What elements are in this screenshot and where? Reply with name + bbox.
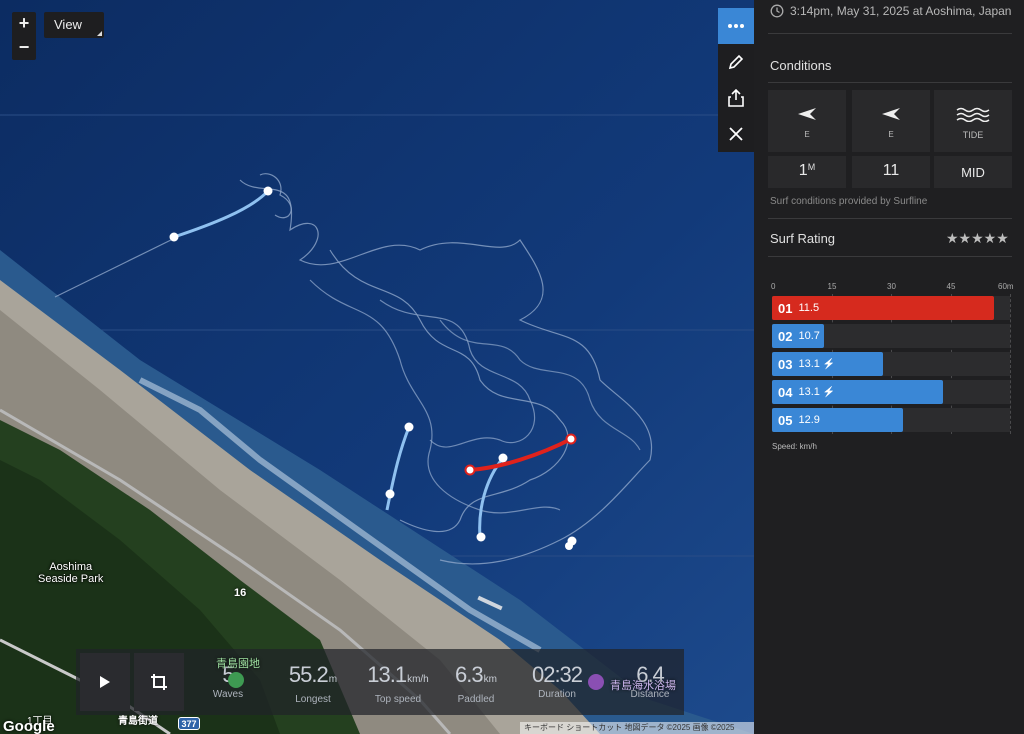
swell-direction-card: E [768,90,846,152]
wave-number: 02 [778,328,793,344]
wave-row[interactable]: 03 13.1 ⚡ [772,352,1010,376]
wave-speed: 10.7 [798,330,820,342]
road-shield-377: 377 [178,717,200,730]
wave-number: 04 [778,384,793,400]
poi-beach-label: 青島海水浴場 [610,680,676,692]
divider [768,218,1012,219]
wave-row[interactable]: 05 12.9 [772,408,1010,432]
close-button[interactable] [718,116,754,152]
share-button[interactable] [718,80,754,116]
crop-icon [151,674,167,690]
park-label: Aoshima Seaside Park [38,561,104,585]
wave-speed: 13.1 [798,358,820,370]
google-logo: Google [3,718,55,734]
poi-garden-label: 青島園地 [216,658,260,670]
zoom-out-button[interactable]: − [12,36,36,60]
wave-number: 05 [778,412,793,428]
chart-tick-label: 0 [771,282,776,291]
wave-speed: 12.9 [798,414,820,426]
swell-height-card: 1M [768,156,846,188]
wind-arrow-icon [882,108,900,120]
lightning-icon: ⚡ [822,386,836,398]
surf-rating-title: Surf Rating [770,231,836,246]
session-datetime: 3:14pm, May 31, 2025 at Aoshima, Japan [770,4,1011,18]
stat-paddled: 6.3km Paddled [455,662,497,705]
crop-button[interactable] [134,653,184,711]
session-sidebar: 3:14pm, May 31, 2025 at Aoshima, Japan C… [754,0,1024,734]
wind-direction-card: E [852,90,930,152]
chart-tick-label: 30 [887,282,896,291]
park-marker-icon [228,672,244,688]
chart-tick-label: 45 [946,282,956,291]
surfline-credit: Surf conditions provided by Surfline [770,196,928,207]
speed-unit-note: Speed: km/h [772,442,817,451]
conditions-title: Conditions [770,58,832,73]
wave-bar[interactable]: 01 11.5 [772,296,995,320]
view-select[interactable]: View [44,12,104,38]
chart-gridline [1010,294,1011,434]
wave-row[interactable]: 01 11.5 [772,296,1010,320]
more-dots-icon [728,24,744,28]
wave-bar[interactable]: 03 13.1 ⚡ [772,352,884,376]
edit-button[interactable] [718,44,754,80]
map-view[interactable]: + − View Aoshima Seaside Park 16 377 1丁目… [0,0,754,734]
tide-level-card: MID [934,156,1012,188]
stat-top-speed: 13.1km/h Top speed [367,662,429,705]
map-attribution[interactable]: キーボード ショートカット 地図データ ©2025 画像 ©2025 Airbu… [520,722,754,734]
beach-marker-icon [588,674,604,690]
chart-tick-label: 15 [827,282,837,291]
clock-icon [770,4,784,18]
view-select-label: View [54,17,82,32]
satellite-map [0,0,754,734]
wave-bar[interactable]: 04 13.1 ⚡ [772,380,943,404]
close-icon [729,127,743,141]
divider [768,82,1012,83]
wave-number: 01 [778,300,793,316]
zoom-control: + − [12,12,36,60]
more-options-button[interactable] [718,8,754,44]
lightning-icon: ⚡ [822,358,836,370]
chart-tick-label: 60m [998,282,1014,291]
play-icon [100,676,110,688]
wave-bar[interactable]: 05 12.9 [772,408,903,432]
surf-rating-stars[interactable]: ★★★★★ [946,230,1009,247]
stat-duration: 02:32 Duration [531,662,583,700]
divider [768,33,1012,34]
share-icon [728,89,744,107]
dropdown-corner-icon [97,31,102,36]
map-toolbar [718,8,754,152]
wave-row[interactable]: 04 13.1 ⚡ [772,380,1010,404]
wave-bar[interactable]: 02 10.7 [772,324,824,348]
swell-arrow-icon [798,108,816,120]
wave-speed: 11.5 [798,302,820,314]
road-number-16: 16 [234,587,247,599]
play-button[interactable] [80,653,130,711]
zoom-in-button[interactable]: + [12,12,36,36]
wave-number: 03 [778,356,793,372]
wave-row[interactable]: 02 10.7 [772,324,1010,348]
tide-card: TIDE [934,90,1012,152]
stat-longest: 55.2m Longest [288,662,338,705]
wave-speed: 13.1 [798,386,820,398]
wind-speed-card: 11 [852,156,930,188]
tide-waves-icon [956,107,990,123]
divider [768,256,1012,257]
pencil-icon [728,54,744,70]
